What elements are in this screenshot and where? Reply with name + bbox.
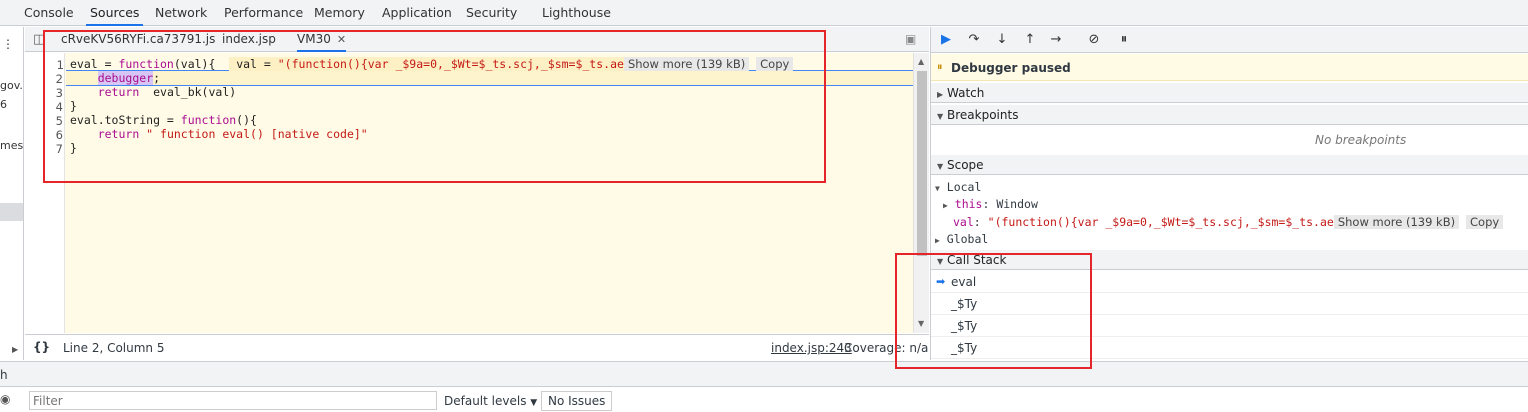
debugger-toolbar: ▶ ↷ ↓ ↑ → ⊘ ⏸ [931,27,1528,53]
navigator-item[interactable]: 6 [0,98,7,111]
expand-triangle-icon[interactable]: ▶ [12,345,18,354]
drawer-tab-bar: h [0,361,1528,387]
tab-performance[interactable]: Performance [220,0,307,26]
navigator-selected-row[interactable] [0,203,23,221]
scope-this-row[interactable]: ▶ this: Window [943,197,1038,211]
scroll-up-icon[interactable]: ▲ [918,57,924,66]
deactivate-breakpoints-icon[interactable]: ⊘ [1085,31,1103,49]
scope-global-label: Global [946,232,989,246]
resume-icon[interactable]: ▶ [937,31,955,49]
scope-local[interactable]: ▼ Local [935,180,981,194]
scope-key: this [954,197,983,211]
no-breakpoints-message: No breakpoints [1315,133,1407,147]
navigator-more-icon[interactable]: ⋮ [2,37,14,51]
step-icon[interactable]: → [1047,31,1065,49]
devtools-tab-bar: Console Sources Network Performance Memo… [0,0,1528,26]
section-label: Watch [947,86,985,100]
step-out-icon[interactable]: ↑ [1021,31,1039,49]
cursor-position: Line 2, Column 5 [63,341,165,355]
expanded-triangle-icon: ▼ [937,162,944,171]
tab-application[interactable]: Application [378,0,456,26]
tab-lighthouse[interactable]: Lighthouse [538,0,615,26]
paused-label: Debugger paused [951,61,1071,75]
filter-input[interactable] [29,391,437,410]
scrollbar-thumb[interactable] [917,71,927,256]
navigator-item[interactable]: gov.c [0,79,23,92]
scope-global[interactable]: ▶ Global [935,232,988,246]
annotation-box-call-stack [895,253,1092,369]
pretty-print-button[interactable]: {} [33,340,50,354]
chevron-down-icon: ▼ [530,398,538,408]
scope-key: val [953,215,974,229]
tab-memory[interactable]: Memory [310,0,369,26]
issues-button[interactable]: No Issues [541,391,613,411]
log-levels-label: Default levels [444,394,527,408]
tab-network[interactable]: Network [151,0,211,26]
console-toolbar: ◉ Default levels ▼ No Issues [0,388,1528,412]
debugger-paused-banner: ⏸ Debugger paused [931,54,1528,81]
step-into-icon[interactable]: ↓ [993,31,1011,49]
section-label: Breakpoints [947,108,1019,122]
annotation-box-code [43,30,826,183]
section-label: Scope [947,158,984,172]
scope-value: "(function(){var _$9a=0,_$Wt=$_ts.scj,_$… [987,215,1334,229]
scope-local-label: Local [946,180,982,194]
pause-on-exceptions-icon[interactable]: ⏸ [1115,31,1133,49]
tab-security[interactable]: Security [462,0,521,26]
tab-sources[interactable]: Sources [86,0,144,26]
scope-val-row[interactable]: val: "(function(){var _$9a=0,_$Wt=$_ts.s… [953,215,1504,229]
log-levels-dropdown[interactable]: Default levels ▼ [444,394,537,408]
copy-button[interactable]: Copy [1466,215,1504,229]
editor-status-bar: {} Line 2, Column 5 index.jsp:243 Covera… [25,334,929,360]
collapsed-triangle-icon: ▶ [943,201,948,210]
expanded-triangle-icon: ▼ [935,184,940,193]
step-over-icon[interactable]: ↷ [965,31,983,49]
toggle-debugger-icon[interactable]: ▣ [905,27,916,52]
watch-section-header[interactable]: ▶ Watch [931,83,1528,103]
navigator-pane: ⋮ gov.c 6 mess ▶ [0,27,24,360]
drawer-tab[interactable]: h [0,368,8,382]
navigator-item[interactable]: mess [0,139,23,152]
collapsed-triangle-icon: ▶ [935,236,940,245]
show-more-button[interactable]: Show more (139 kB) [1333,215,1460,229]
collapsed-triangle-icon: ▶ [937,90,944,99]
scope-section-header[interactable]: ▼ Scope [931,155,1528,175]
pause-info-icon: ⏸ [937,60,943,73]
eye-icon[interactable]: ◉ [0,392,10,406]
scope-value: Window [996,197,1038,211]
breakpoints-section-header[interactable]: ▼ Breakpoints [931,105,1528,125]
expanded-triangle-icon: ▼ [937,112,944,121]
tab-console[interactable]: Console [20,0,78,26]
source-location-link[interactable]: index.jsp:243 [771,341,852,355]
